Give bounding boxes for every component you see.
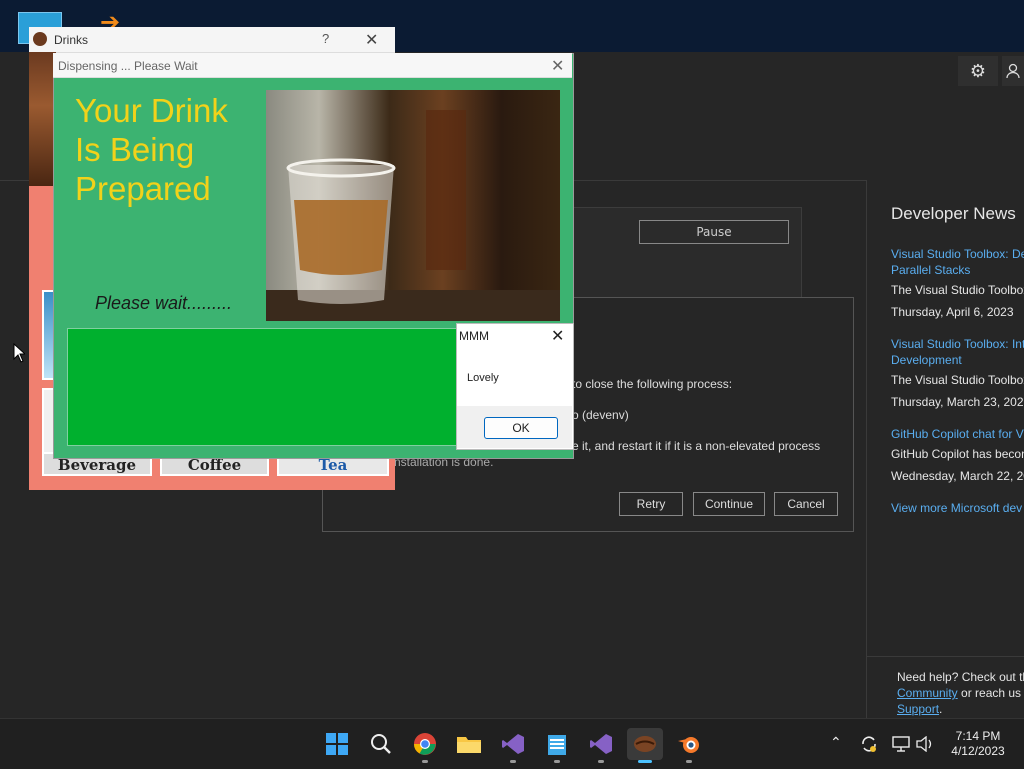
process-name: o (devenv) (572, 408, 629, 422)
retry-button[interactable]: Retry (619, 492, 683, 516)
search-icon (371, 734, 391, 754)
taskbar-drinks-app[interactable] (627, 728, 663, 760)
settings-button[interactable]: ⚙ (958, 56, 998, 86)
running-indicator (554, 760, 560, 763)
headline: Your Drink Is Being Prepared (75, 91, 228, 208)
news-summary: The Visual Studio Toolbox (891, 373, 1024, 387)
dispensing-window-title: Dispensing ... Please Wait (58, 59, 198, 73)
help-text: Need help? Check out th Community or rea… (897, 669, 1024, 717)
news-summary: GitHub Copilot has becon (891, 447, 1024, 461)
visual-studio-icon (502, 734, 524, 754)
clock[interactable]: 7:14 PM 4/12/2023 (944, 729, 1012, 759)
coffee-bean-icon (634, 736, 656, 752)
chrome-icon (414, 733, 436, 755)
headline-line: Is Being (75, 131, 195, 168)
windows-start-icon (326, 733, 348, 755)
dispense-progress-area (67, 328, 461, 446)
headline-line: Your Drink (75, 92, 228, 129)
news-link-line: Development (891, 353, 962, 367)
news-date: Thursday, April 6, 2023 (891, 305, 1014, 319)
news-date: Wednesday, March 22, 20 (891, 469, 1024, 483)
pause-button[interactable]: Pause (639, 220, 789, 244)
person-icon (1006, 63, 1020, 79)
message-box-close-button[interactable]: ✕ (551, 326, 564, 345)
mouse-cursor-icon (13, 343, 25, 363)
sync-icon[interactable] (860, 735, 878, 753)
running-indicator (510, 760, 516, 763)
active-indicator (638, 760, 652, 763)
folder-icon (457, 737, 481, 753)
news-date: Thursday, March 23, 2023 (891, 395, 1024, 409)
drinks-window-title: Drinks (54, 33, 89, 47)
news-link[interactable]: Visual Studio Toolbox: Int Development (891, 336, 1024, 368)
volume-icon[interactable] (916, 736, 934, 752)
drinks-close-button[interactable]: ✕ (365, 30, 378, 49)
shot-glass-illustration (266, 110, 560, 321)
help-line: Community or reach us (897, 685, 1024, 701)
process-message-line-1: to close the following process: (572, 377, 733, 391)
news-link[interactable]: Visual Studio Toolbox: De Parallel Stack… (891, 246, 1024, 278)
blender-icon (678, 737, 699, 753)
message-text: Lovely (467, 372, 499, 384)
notepad-icon (548, 735, 566, 755)
network-icon[interactable] (892, 736, 910, 752)
gear-icon: ⚙ (969, 60, 987, 82)
help-line: Support. (897, 701, 1024, 717)
dispensing-close-button[interactable]: ✕ (551, 56, 564, 75)
view-more-news-link[interactable]: View more Microsoft dev (891, 500, 1022, 516)
help-line: Need help? Check out th (897, 670, 1024, 684)
news-link-line: Parallel Stacks (891, 263, 971, 277)
taskbar-vs-installer[interactable] (497, 728, 529, 760)
taskbar-blender[interactable] (673, 728, 705, 760)
clock-time: 7:14 PM (955, 729, 1001, 743)
community-link[interactable]: Community (897, 686, 958, 700)
help-button[interactable]: ? (322, 31, 329, 46)
visual-studio-icon (590, 734, 612, 754)
news-link-line: GitHub Copilot chat for V (891, 427, 1024, 441)
coffee-bean-icon (33, 32, 47, 46)
message-box-title: MMM (459, 329, 489, 343)
clock-date: 4/12/2023 (951, 744, 1005, 758)
start-button[interactable] (321, 728, 353, 760)
cancel-button[interactable]: Cancel (774, 492, 838, 516)
running-indicator (598, 760, 604, 763)
headline-line: Prepared (75, 170, 211, 207)
coffee-beans-image (29, 52, 56, 186)
news-title: Developer News (891, 204, 1016, 223)
support-link[interactable]: Support (897, 702, 939, 716)
news-summary: The Visual Studio Toolbox (891, 283, 1024, 297)
taskbar-notepad[interactable] (541, 728, 573, 760)
running-indicator (686, 760, 692, 763)
taskbar-file-explorer[interactable] (453, 728, 485, 760)
ok-button[interactable]: OK (484, 417, 558, 439)
news-link-line: Visual Studio Toolbox: De (891, 247, 1024, 261)
process-message-line-2: e it, and restart it if it is a non-elev… (572, 439, 821, 453)
taskbar-chrome[interactable] (409, 728, 441, 760)
news-link-line: Visual Studio Toolbox: Int (891, 337, 1024, 351)
help-period: . (939, 702, 943, 716)
news-link[interactable]: GitHub Copilot chat for V (891, 426, 1024, 442)
please-wait-text: Please wait......... (95, 293, 233, 313)
show-hidden-icons-chevron-icon[interactable]: ⌃ (830, 734, 842, 751)
search-button[interactable] (365, 728, 397, 760)
taskbar-visual-studio[interactable] (585, 728, 617, 760)
continue-button[interactable]: Continue (693, 492, 765, 516)
running-indicator (422, 760, 428, 763)
help-text-rest: or reach us (957, 686, 1022, 700)
account-button[interactable] (1002, 56, 1024, 86)
drink-glass-image (266, 90, 560, 321)
